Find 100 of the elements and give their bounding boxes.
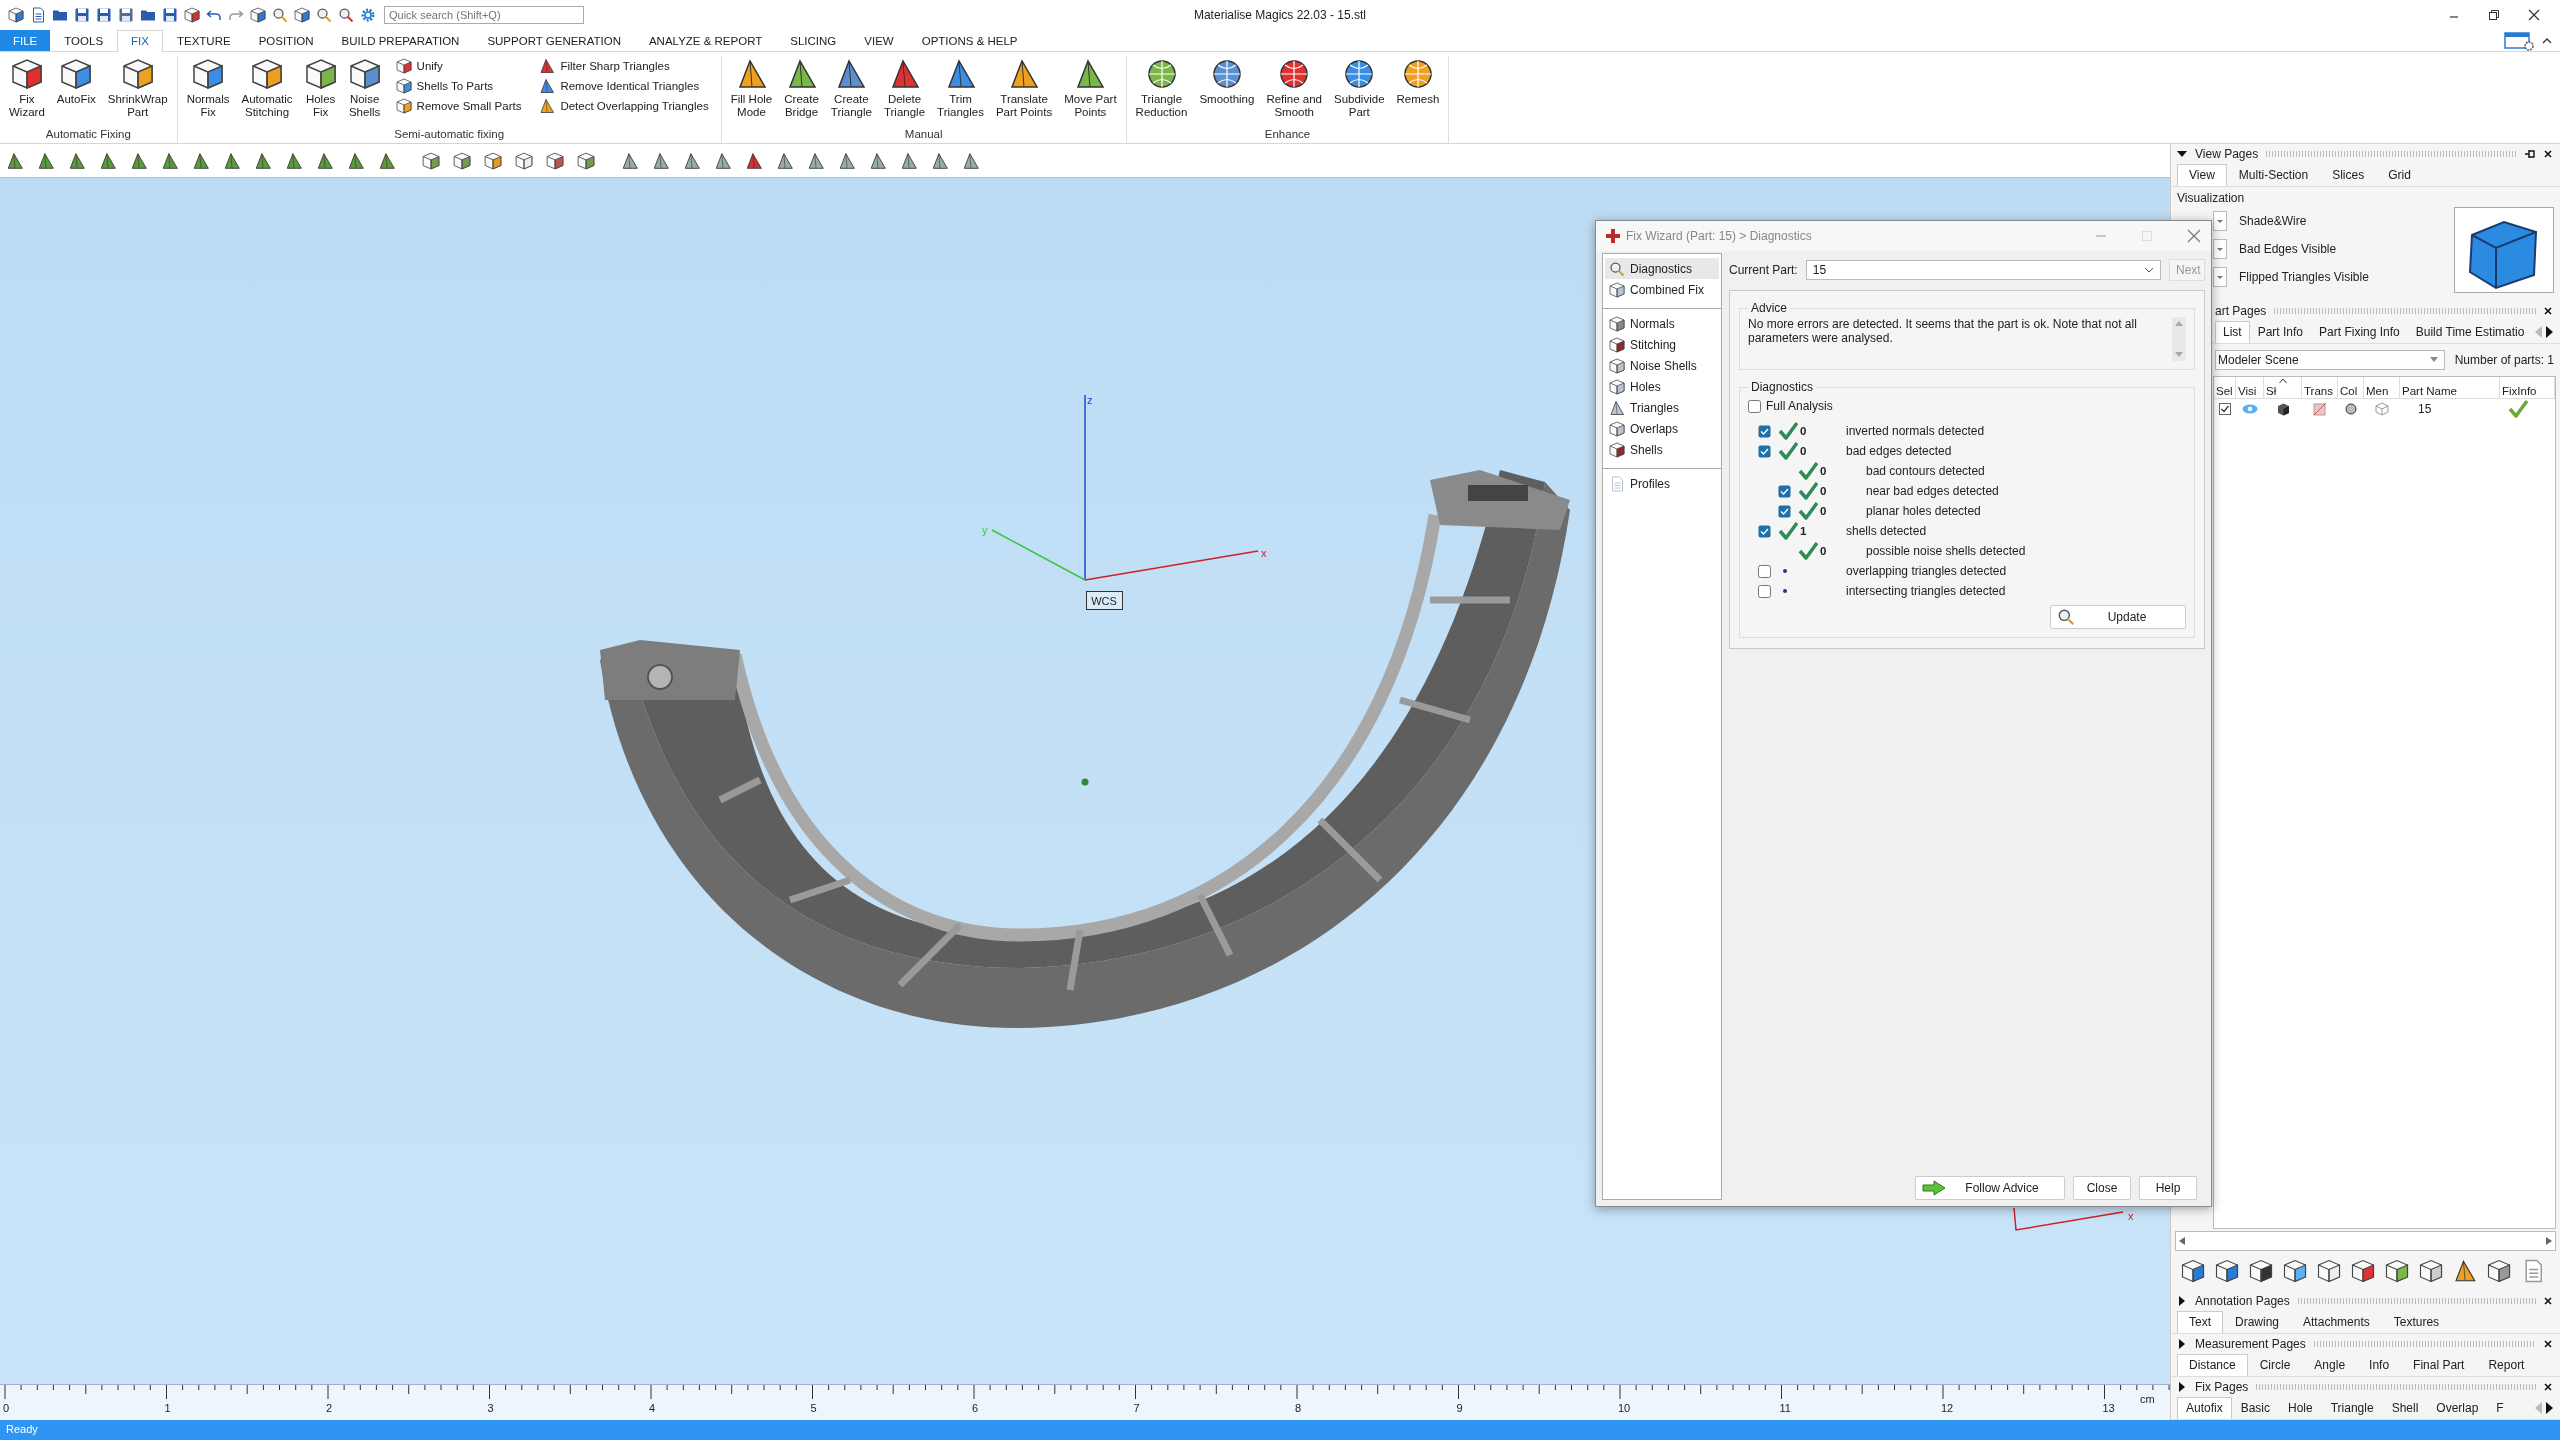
ribbon-button[interactable]: Triangle Reduction: [1130, 56, 1193, 122]
dropdown-value: 15: [1812, 263, 1827, 277]
diagnostic-label: possible noise shells detected: [1865, 544, 2027, 558]
tab[interactable]: TOOLS: [50, 30, 118, 51]
tab[interactable]: List: [2215, 321, 2250, 343]
tab[interactable]: View: [2177, 164, 2227, 186]
tab[interactable]: Drawing: [2223, 1311, 2292, 1333]
ribbon-button[interactable]: Holes Fix: [299, 56, 342, 122]
tab[interactable]: POSITION: [244, 30, 328, 51]
ribbon-button[interactable]: Create Bridge: [779, 56, 824, 122]
ribbon-button[interactable]: Fix Wizard: [4, 56, 50, 122]
tab[interactable]: Info: [2357, 1354, 2402, 1376]
scene-dropdown[interactable]: Modeler Scene: [2215, 350, 2445, 370]
ribbon-button[interactable]: Remove Small Parts: [395, 98, 522, 114]
ribbon-button[interactable]: Unify: [395, 58, 522, 74]
option-label: Flipped Triangles Visible: [2239, 270, 2369, 284]
tab[interactable]: F: [2487, 1397, 2513, 1419]
tab[interactable]: SUPPORT GENERATION: [473, 30, 635, 51]
tab[interactable]: Slices: [2320, 164, 2377, 186]
nav-item[interactable]: Holes: [1605, 376, 1719, 397]
ribbon-button[interactable]: AutoFix: [51, 56, 101, 109]
ribbon-button[interactable]: Noise Shells: [343, 56, 386, 122]
ribbon-button[interactable]: Fill Hole Mode: [725, 56, 778, 122]
column-header[interactable]: FixInfo: [2500, 377, 2555, 399]
ribbon-button[interactable]: ShrinkWrap Part: [102, 56, 173, 122]
option-label: Shade&Wire: [2239, 214, 2307, 228]
tab[interactable]: Final Part: [2401, 1354, 2477, 1376]
ribbon-button[interactable]: Delete Triangle: [878, 56, 931, 122]
tab[interactable]: Part Fixing Info: [2311, 321, 2408, 343]
column-header[interactable]: Sel: [2214, 377, 2236, 399]
nav-item[interactable]: Stitching: [1605, 334, 1719, 355]
tab[interactable]: BUILD PREPARATION: [327, 30, 474, 51]
tab[interactable]: Basic: [2231, 1397, 2280, 1419]
column-header[interactable]: Col: [2338, 377, 2364, 399]
ribbon-button[interactable]: Move Part Points: [1059, 56, 1122, 122]
ribbon-button[interactable]: Normals Fix: [181, 56, 235, 122]
search-field[interactable]: Quick search (Shift+Q): [384, 6, 584, 24]
nav-item[interactable]: Diagnostics: [1605, 258, 1719, 279]
origin-label: WCS: [1086, 591, 1123, 610]
ribbon-button[interactable]: Smoothing: [1194, 56, 1260, 109]
tab[interactable]: Text: [2177, 1311, 2223, 1333]
diagnostic-label: inverted normals detected: [1845, 424, 1986, 438]
nav-item[interactable]: Noise Shells: [1605, 355, 1719, 376]
axis-label: y: [982, 524, 988, 536]
diagnostic-label: overlapping triangles detected: [1845, 564, 2008, 578]
count: 1: [1800, 525, 1808, 537]
tab[interactable]: Circle: [2247, 1354, 2303, 1376]
nav-item[interactable]: Profiles: [1605, 473, 1719, 494]
status-text: Ready: [6, 1423, 38, 1435]
dialog-button[interactable]: Close: [2073, 1176, 2131, 1200]
tab[interactable]: Distance: [2177, 1354, 2248, 1376]
column-header[interactable]: Men: [2364, 377, 2400, 399]
ribbon-button[interactable]: Subdivide Part: [1329, 56, 1390, 122]
tab[interactable]: Hole: [2279, 1397, 2322, 1419]
ribbon-button[interactable]: Filter Sharp Triangles: [539, 58, 709, 74]
ribbon-button[interactable]: Remesh: [1391, 56, 1445, 109]
tab[interactable]: Attachments: [2291, 1311, 2382, 1333]
tab[interactable]: Textures: [2381, 1311, 2452, 1333]
tab[interactable]: VIEW: [850, 30, 908, 51]
update-button[interactable]: Update: [2050, 605, 2186, 629]
ribbon-button[interactable]: Refine and Smooth: [1261, 56, 1327, 122]
column-header[interactable]: Part Name: [2400, 377, 2500, 399]
nav-item[interactable]: Overlaps: [1605, 418, 1719, 439]
dialog-button[interactable]: Follow Advice: [1915, 1176, 2065, 1200]
ribbon-button[interactable]: Detect Overlapping Triangles: [539, 98, 709, 114]
nav-item[interactable]: Combined Fix: [1605, 279, 1719, 300]
ribbon-button[interactable]: Automatic Stitching: [236, 56, 298, 122]
ribbon-button[interactable]: Trim Triangles: [932, 56, 989, 122]
column-header[interactable]: Trans: [2302, 377, 2338, 399]
count: 0: [1800, 445, 1808, 457]
tab[interactable]: Triangle: [2321, 1397, 2383, 1419]
ruler-unit: cm: [2140, 1393, 2155, 1405]
tab[interactable]: Angle: [2302, 1354, 2358, 1376]
dialog-button[interactable]: Help: [2139, 1176, 2197, 1200]
column-header[interactable]: Sł: [2264, 377, 2302, 399]
tab[interactable]: Autofix: [2177, 1397, 2232, 1419]
tab[interactable]: Part Info: [2249, 321, 2312, 343]
tab[interactable]: FIX: [117, 30, 163, 52]
tab[interactable]: SLICING: [776, 30, 851, 51]
tab[interactable]: ANALYZE & REPORT: [634, 30, 777, 51]
ribbon-button[interactable]: Shells To Parts: [395, 78, 522, 94]
tab[interactable]: Multi-Section: [2226, 164, 2321, 186]
nav-item[interactable]: Triangles: [1605, 397, 1719, 418]
dropdown-value: Modeler Scene: [2218, 353, 2299, 367]
part-dropdown[interactable]: 15: [1805, 260, 2161, 280]
nav-item[interactable]: Normals: [1605, 313, 1719, 334]
ribbon-button[interactable]: Remove Identical Triangles: [539, 78, 709, 94]
column-header[interactable]: Visi: [2236, 377, 2264, 399]
tab[interactable]: Grid: [2376, 164, 2423, 186]
nav-item[interactable]: Shells: [1605, 439, 1719, 460]
tab[interactable]: OPTIONS & HELP: [907, 30, 1032, 51]
ribbon-button[interactable]: Create Triangle: [825, 56, 877, 122]
tab[interactable]: Report: [2476, 1354, 2537, 1376]
tab[interactable]: Shell: [2382, 1397, 2428, 1419]
tab[interactable]: TEXTURE: [162, 30, 245, 51]
tab[interactable]: Overlap: [2427, 1397, 2488, 1419]
ribbon-button[interactable]: Translate Part Points: [990, 56, 1058, 122]
diagnostic-label: bad edges detected: [1845, 444, 1953, 458]
tab[interactable]: Build Time Estimatio: [2407, 321, 2533, 343]
tab[interactable]: FILE: [0, 30, 51, 51]
